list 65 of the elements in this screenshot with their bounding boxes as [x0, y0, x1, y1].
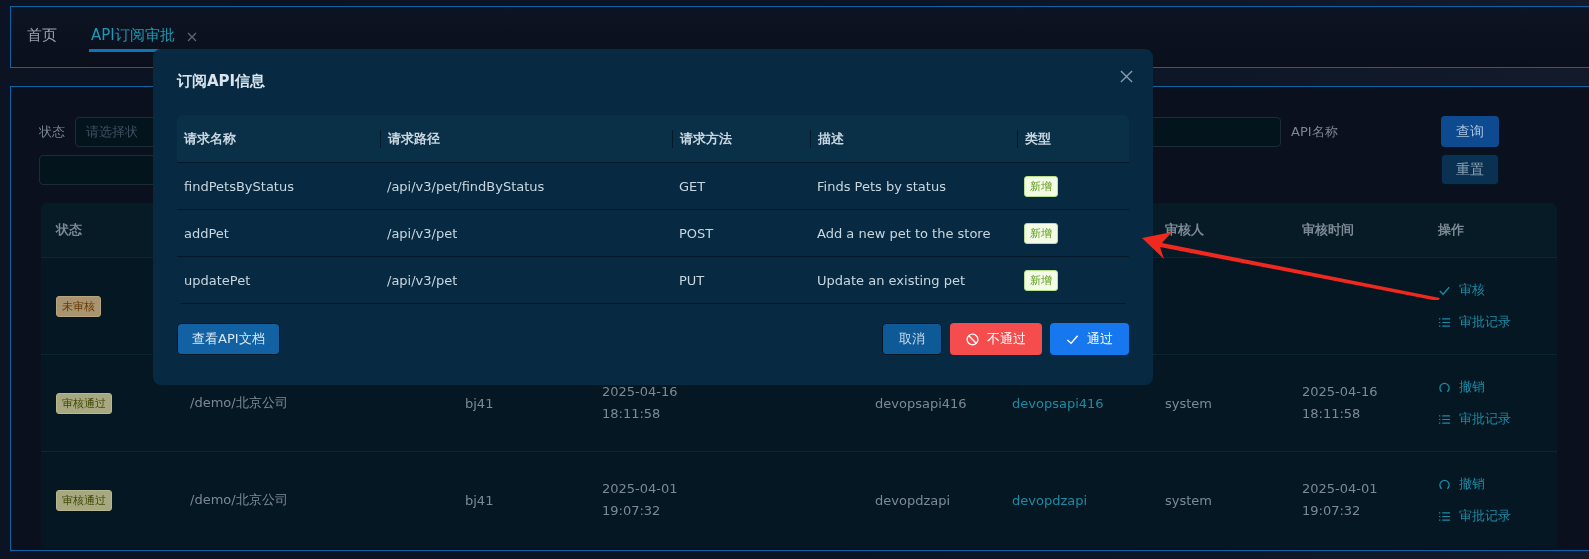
column-header: 请求方法: [672, 129, 810, 148]
type-tag: 新增: [1024, 269, 1058, 291]
close-icon[interactable]: [186, 32, 197, 42]
table-cell-text: addPet: [183, 225, 230, 241]
table-cell-text: findPetsByStatus: [183, 178, 295, 194]
field-label: API名称: [1291, 122, 1339, 141]
action-link[interactable]: 撤销: [1459, 378, 1485, 396]
list-icon: [1438, 315, 1451, 329]
type-tag: 新增: [1024, 222, 1058, 244]
ban-icon: [966, 332, 979, 346]
table-cell-text: 2025-04-16 18:11:58: [602, 383, 678, 423]
column-header: 操作: [1437, 221, 1465, 239]
type-tag: 新增: [1024, 175, 1058, 197]
api-docs-button[interactable]: 查看API文档: [177, 323, 280, 355]
table-cell-text: Add a new pet to the store: [816, 225, 992, 241]
refresh-icon: [1438, 477, 1451, 491]
column-header: 类型: [1017, 129, 1129, 148]
table-cell-text: Update an existing pet: [816, 272, 967, 288]
table-cell-text: devopsapi416: [874, 395, 968, 411]
table-cell-text: bj41: [464, 395, 495, 411]
table-cell-text: updatePet: [183, 272, 252, 288]
query-button[interactable]: 查询: [1441, 116, 1499, 147]
reset-button[interactable]: 重置: [1441, 154, 1499, 185]
table-cell-text: PUT: [678, 272, 706, 288]
action-link[interactable]: 审批记录: [1459, 313, 1511, 331]
tab[interactable]: 首页: [25, 22, 59, 52]
close-icon[interactable]: [1120, 69, 1133, 83]
table-cell-text: system: [1164, 395, 1213, 411]
column-header: 请求名称: [182, 129, 237, 148]
table-cell-text: /api/v3/pet: [386, 272, 459, 288]
column-header: 状态: [54, 221, 83, 239]
field-label: 状态: [39, 122, 65, 141]
table-cell-text: 2025-04-01 19:07:32: [602, 480, 678, 520]
action-link[interactable]: 审批记录: [1459, 410, 1511, 428]
refresh-icon: [1438, 380, 1451, 394]
table-cell-text: Finds Pets by status: [816, 178, 947, 194]
column-header: 审核人: [1164, 221, 1205, 239]
table-cell-text: POST: [678, 225, 715, 241]
api-link[interactable]: devopdzapi: [997, 492, 1150, 508]
table-cell-text: GET: [678, 178, 707, 194]
table-cell-text: /api/v3/pet: [386, 225, 459, 241]
table-cell-text: 2025-04-01 19:07:32: [1302, 480, 1378, 520]
table-cell-text: /api/v3/pet/findByStatus: [386, 178, 546, 194]
column-header: 请求路径: [380, 129, 672, 148]
status-tag: 审核通过: [56, 392, 112, 414]
status-tag: 未审核: [56, 295, 101, 317]
action-link[interactable]: 审批记录: [1459, 507, 1511, 525]
table-cell-text: /demo/北京公司: [189, 491, 289, 509]
action-link[interactable]: 审核: [1459, 281, 1485, 299]
table-cell-text: system: [1164, 492, 1213, 508]
dialog-button[interactable]: 不通过: [950, 323, 1042, 355]
table-cell-text: 2025-04-16 18:11:58: [1302, 383, 1378, 423]
column-header: 描述: [810, 129, 1017, 148]
table-cell-text: /demo/北京公司: [189, 394, 289, 412]
dialog-button[interactable]: 通过: [1050, 323, 1129, 355]
list-icon: [1438, 412, 1451, 426]
action-link[interactable]: 撤销: [1459, 475, 1485, 493]
status-tag: 审核通过: [56, 489, 112, 511]
dialog-button[interactable]: 取消: [882, 323, 942, 355]
table-cell-text: devopdzapi: [874, 492, 952, 508]
list-icon: [1438, 509, 1451, 523]
api-link[interactable]: devopsapi416: [997, 395, 1150, 411]
table-cell-text: bj41: [464, 492, 495, 508]
dialog-title: 订阅API信息: [177, 71, 266, 91]
column-header: 审核时间: [1301, 221, 1355, 239]
